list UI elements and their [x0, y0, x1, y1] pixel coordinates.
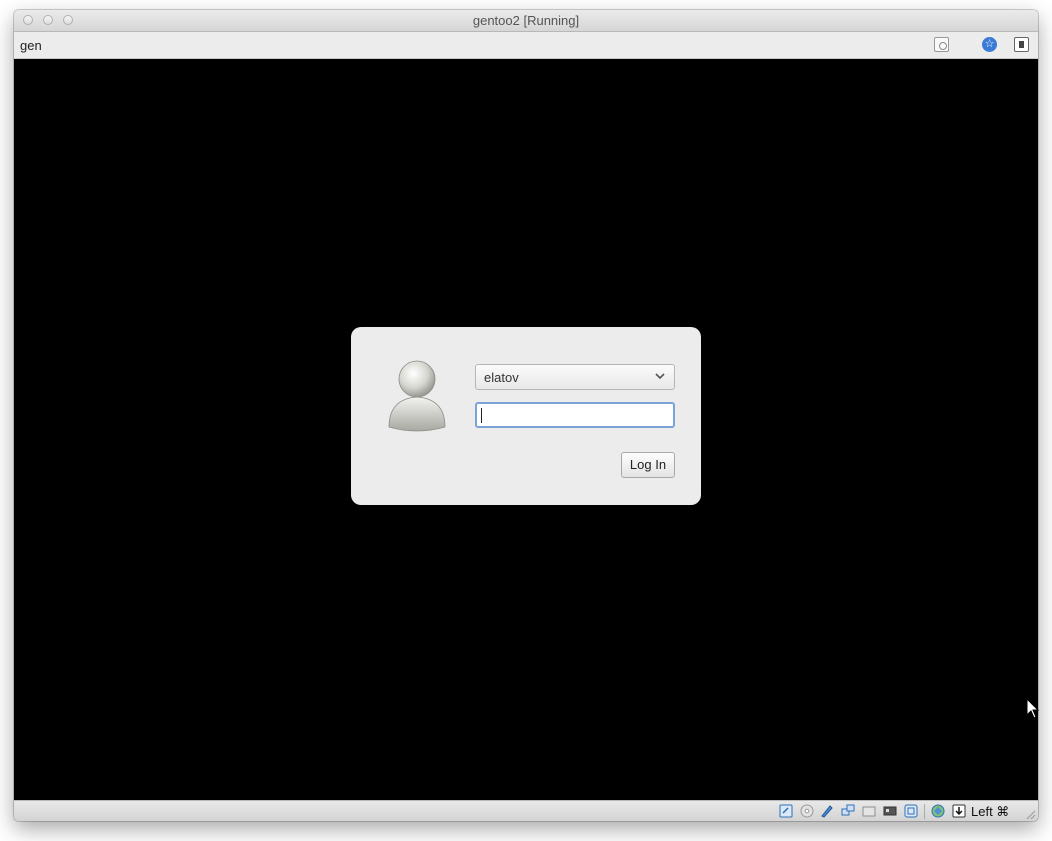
- text-caret: [481, 408, 482, 423]
- status-bar: Left ⌘: [14, 800, 1038, 821]
- login-dialog: elatov Log In: [351, 327, 701, 505]
- hard-disk-icon[interactable]: [779, 804, 793, 818]
- menu-label: gen: [20, 38, 42, 53]
- username-value: elatov: [484, 370, 519, 385]
- mouse-pointer-icon: [1026, 698, 1040, 719]
- window-title: gentoo2 [Running]: [472, 13, 580, 28]
- virtualization-icon[interactable]: [931, 804, 945, 818]
- virtualbox-window: gentoo2 [Running] gen ☆ elatov Log In Le…: [14, 10, 1038, 821]
- network-icon[interactable]: [841, 804, 855, 818]
- menu-bar: gen ☆: [14, 32, 1038, 59]
- password-field[interactable]: [475, 402, 675, 428]
- panel-toggle-icon[interactable]: [1014, 37, 1029, 52]
- status-separator: [924, 804, 925, 819]
- accessibility-icon[interactable]: ☆: [982, 37, 997, 52]
- video-capture-icon[interactable]: [904, 804, 918, 818]
- resize-grip-icon[interactable]: [1026, 810, 1036, 820]
- document-search-icon[interactable]: [934, 37, 949, 52]
- usb-pen-icon[interactable]: [820, 804, 834, 818]
- host-key-label: Left ⌘: [971, 804, 1010, 819]
- title-bar[interactable]: gentoo2 [Running]: [14, 10, 1038, 32]
- login-button[interactable]: Log In: [621, 452, 675, 478]
- username-select[interactable]: elatov: [475, 364, 675, 390]
- user-avatar-icon: [388, 360, 446, 432]
- shared-folder-icon[interactable]: [862, 804, 876, 818]
- vm-screen[interactable]: elatov Log In: [14, 59, 1038, 800]
- mouse-integration-icon[interactable]: [952, 804, 966, 818]
- chevron-down-icon: [655, 373, 665, 380]
- optical-drive-icon[interactable]: [800, 804, 814, 818]
- display-icon[interactable]: [883, 804, 897, 818]
